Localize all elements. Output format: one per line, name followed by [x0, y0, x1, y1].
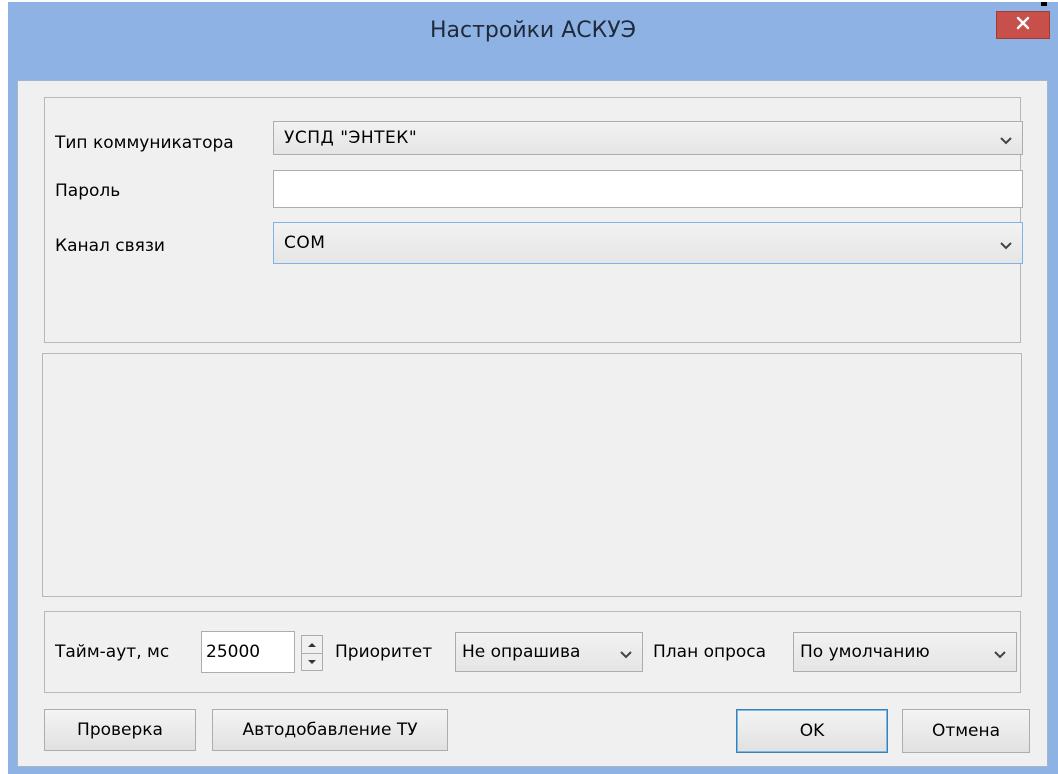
timeout-label: Тайм-аут, мс: [55, 642, 170, 662]
spin-down-icon[interactable]: [302, 654, 322, 670]
settings-group: Тип коммуникатора УСПД "ЭНТЕК" Пароль Ка…: [44, 97, 1023, 343]
communicator-type-select[interactable]: УСПД "ЭНТЕК": [273, 121, 1023, 155]
timeout-spinner[interactable]: [301, 635, 323, 671]
channel-label: Канал связи: [55, 236, 165, 256]
chevron-down-icon: [618, 646, 634, 659]
close-icon: [1016, 15, 1030, 35]
details-panel: [42, 353, 1022, 597]
spin-up-icon[interactable]: [302, 636, 322, 654]
poll-plan-label: План опроса: [653, 642, 767, 662]
communicator-type-value: УСПД "ЭНТЕК": [284, 128, 418, 148]
password-label: Пароль: [55, 181, 121, 201]
chevron-down-icon: [998, 132, 1014, 145]
priority-value: Не опрашива: [462, 642, 581, 662]
dialog-client-area: Тип коммуникатора УСПД "ЭНТЕК" Пароль Ка…: [17, 80, 1048, 767]
cancel-button[interactable]: Отмена: [902, 709, 1030, 753]
priority-label: Приоритет: [335, 642, 433, 662]
priority-select[interactable]: Не опрашива: [455, 632, 643, 672]
timeout-value: 25000: [206, 642, 261, 662]
channel-select[interactable]: COM: [273, 222, 1023, 264]
chevron-down-icon: [998, 237, 1014, 250]
close-button[interactable]: [996, 11, 1050, 39]
check-button[interactable]: Проверка: [44, 709, 196, 751]
channel-value: COM: [284, 233, 326, 253]
poll-plan-select[interactable]: По умолчанию: [793, 632, 1017, 672]
title-bar[interactable]: Настройки АСКУЭ: [8, 2, 1058, 88]
password-field[interactable]: [273, 170, 1023, 208]
window-title: Настройки АСКУЭ: [429, 18, 637, 43]
auto-add-button[interactable]: Автодобавление ТУ: [212, 709, 448, 751]
polling-options-group: Тайм-аут, мс 25000 Приоритет Не опрашива: [44, 611, 1021, 693]
poll-plan-value: По умолчанию: [800, 642, 930, 662]
chevron-down-icon: [992, 646, 1008, 659]
ok-button[interactable]: OK: [736, 709, 888, 753]
communicator-type-label: Тип коммуникатора: [55, 133, 234, 153]
timeout-input[interactable]: 25000: [201, 631, 295, 673]
settings-window: Настройки АСКУЭ Тип коммуникатора УСПД "…: [8, 2, 1058, 774]
